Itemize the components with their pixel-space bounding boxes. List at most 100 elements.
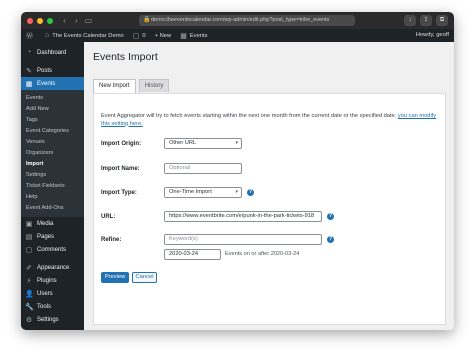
url-input[interactable]: https://www.eventbrite.com/e/punk-in-the… <box>164 211 322 222</box>
url-label: URL: <box>101 214 116 220</box>
import-origin-label: Import Origin: <box>101 141 141 147</box>
preview-button[interactable]: Preview <box>101 272 129 283</box>
sidebar-item-label: Settings <box>37 316 59 323</box>
tabs-overview-icon[interactable]: ⧉ <box>436 15 448 26</box>
home-icon: ⌂ <box>45 32 50 39</box>
keyword-input[interactable]: Keyword(s) <box>164 234 322 245</box>
page-icon: ▤ <box>25 233 33 241</box>
import-origin-value: Other URL <box>169 140 197 146</box>
sidebar-item-dashboard[interactable]: ◔ Dashboard <box>21 46 84 59</box>
sidebar-item-label: Pages <box>37 233 55 240</box>
new-content-link[interactable]: + New <box>155 33 172 39</box>
dashboard-icon: ◔ <box>26 49 32 56</box>
submenu-item-event-categories[interactable]: Event Categories <box>21 126 84 137</box>
lock-icon: 🔒 <box>143 17 151 23</box>
close-window-button[interactable] <box>27 17 33 24</box>
url-help-icon[interactable]: ? <box>327 213 334 220</box>
import-name-input[interactable]: Optional <box>164 163 242 174</box>
aggregator-description: Event Aggregator will try to fetch event… <box>101 113 439 128</box>
date-note: Events on or after 2020-03-24 <box>225 251 300 257</box>
submenu-item-tags[interactable]: Tags <box>21 115 84 126</box>
sidebar-item-media[interactable]: ▣ Media <box>21 217 84 230</box>
site-name-link[interactable]: ⌂ The Events Calendar Demo <box>45 32 124 39</box>
sidebar-item-events[interactable]: ▦ Events <box>21 77 84 90</box>
main-content: Events Import New Import History Event A… <box>84 42 454 330</box>
sidebar-item-label: Users <box>37 290 53 297</box>
calendar-icon: ▦ <box>180 32 187 40</box>
comments-count: 0 <box>142 32 146 39</box>
wordpress-logo-icon[interactable]: Ⓦ <box>26 31 36 41</box>
settings-icon: ⚙ <box>25 316 33 324</box>
sidebar-item-comments[interactable]: ▢ Comments <box>21 243 84 256</box>
back-arrow-icon[interactable]: ‹ <box>60 16 69 25</box>
brush-icon: ✐ <box>26 264 32 272</box>
sidebar-item-label: Posts <box>37 67 53 74</box>
sidebar-item-label: Media <box>37 220 54 227</box>
site-name-label: The Events Calendar Demo <box>52 32 124 39</box>
maximize-window-button[interactable] <box>47 17 53 24</box>
description-text: Event Aggregator will try to fetch event… <box>101 113 397 119</box>
import-form-panel: Event Aggregator will try to fetch event… <box>93 93 446 325</box>
events-submenu: Events Add New Tags Event Categories Ven… <box>21 90 84 217</box>
sidebar-item-plugins[interactable]: ⚡ Plugins <box>21 274 84 287</box>
calendar-icon: ▦ <box>25 80 33 88</box>
sidebar-toggle-icon[interactable]: ▭ <box>84 16 93 25</box>
comment-icon: ▢ <box>132 32 140 40</box>
sidebar-item-users[interactable]: 👤 Users <box>21 287 84 300</box>
submenu-item-organizers[interactable]: Organizers <box>21 148 84 159</box>
sidebar-item-label: Comments <box>37 246 67 253</box>
plugin-icon: ⚡ <box>26 277 32 285</box>
sidebar-item-label: Plugins <box>37 277 57 284</box>
import-type-value: One-Time Import <box>169 189 212 195</box>
submenu-item-event-add-ons[interactable]: Event Add-Ons <box>21 203 84 214</box>
start-date-input[interactable]: 2020-03-24 <box>164 249 221 260</box>
user-icon: 👤 <box>25 290 34 298</box>
new-content-label: + New <box>154 32 172 39</box>
sidebar-item-tools[interactable]: 🔧 Tools <box>21 300 84 313</box>
submenu-item-venues[interactable]: Venues <box>21 137 84 148</box>
pin-icon: ✎ <box>26 67 32 75</box>
import-origin-select[interactable]: Other URL ▾ <box>164 138 242 149</box>
sidebar-item-settings[interactable]: ⚙ Settings <box>21 313 84 326</box>
submenu-item-help[interactable]: Help <box>21 192 84 203</box>
submenu-item-settings[interactable]: Settings <box>21 170 84 181</box>
chevron-down-icon: ▾ <box>235 189 238 195</box>
submenu-item-ticket-fieldsets[interactable]: Ticket Fieldsets <box>21 181 84 192</box>
import-type-select[interactable]: One-Time Import ▾ <box>164 187 242 198</box>
comments-link[interactable]: ▢ 0 <box>133 32 146 40</box>
wrench-icon: 🔧 <box>25 303 34 311</box>
address-bar[interactable]: 🔒 demo.theeventscalendar.com/wp-admin/ed… <box>139 15 355 26</box>
import-name-label: Import Name: <box>101 166 140 172</box>
import-type-help-icon[interactable]: ? <box>247 189 254 196</box>
sidebar-item-pages[interactable]: ▤ Pages <box>21 230 84 243</box>
sidebar-item-label: Dashboard <box>37 49 67 56</box>
events-label: Events <box>189 32 208 39</box>
admin-sidebar: ◔ Dashboard ✎ Posts ▦ Events Events Add New… <box>21 42 84 330</box>
sidebar-item-posts[interactable]: ✎ Posts <box>21 64 84 77</box>
browser-window: ‹ › ▭ 🔒 demo.theeventscalendar.com/wp-ad… <box>21 12 454 330</box>
submenu-item-add-new[interactable]: Add New <box>21 104 84 115</box>
forward-arrow-icon[interactable]: › <box>72 16 81 25</box>
sidebar-item-label: Tools <box>37 303 52 310</box>
tab-new-import[interactable]: New Import <box>93 79 136 93</box>
account-menu[interactable]: Howdy, geoff <box>416 29 449 42</box>
media-icon: ▣ <box>25 220 33 228</box>
submenu-item-events[interactable]: Events <box>21 93 84 104</box>
browser-toolbar: ‹ › ▭ 🔒 demo.theeventscalendar.com/wp-ad… <box>21 12 454 29</box>
page-title: Events Import <box>93 51 158 63</box>
minimize-window-button[interactable] <box>37 17 43 24</box>
sidebar-item-appearance[interactable]: ✐ Appearance <box>21 261 84 274</box>
share-icon[interactable]: ⇪ <box>420 15 432 26</box>
import-tabs: New Import History <box>93 79 172 93</box>
sidebar-item-label: Events <box>37 80 56 87</box>
tab-history[interactable]: History <box>138 79 170 92</box>
sidebar-item-label: Appearance <box>37 264 70 271</box>
submenu-item-import[interactable]: Import <box>21 159 84 170</box>
chevron-down-icon: ▾ <box>235 140 238 146</box>
address-bar-url: demo.theeventscalendar.com/wp-admin/edit… <box>151 17 330 23</box>
comment-icon: ▢ <box>25 246 33 254</box>
refine-help-icon[interactable]: ? <box>327 236 334 243</box>
download-icon[interactable]: ↓ <box>404 15 416 26</box>
cancel-button[interactable]: Cancel <box>132 272 157 283</box>
events-link[interactable]: ▦ Events <box>180 32 207 40</box>
